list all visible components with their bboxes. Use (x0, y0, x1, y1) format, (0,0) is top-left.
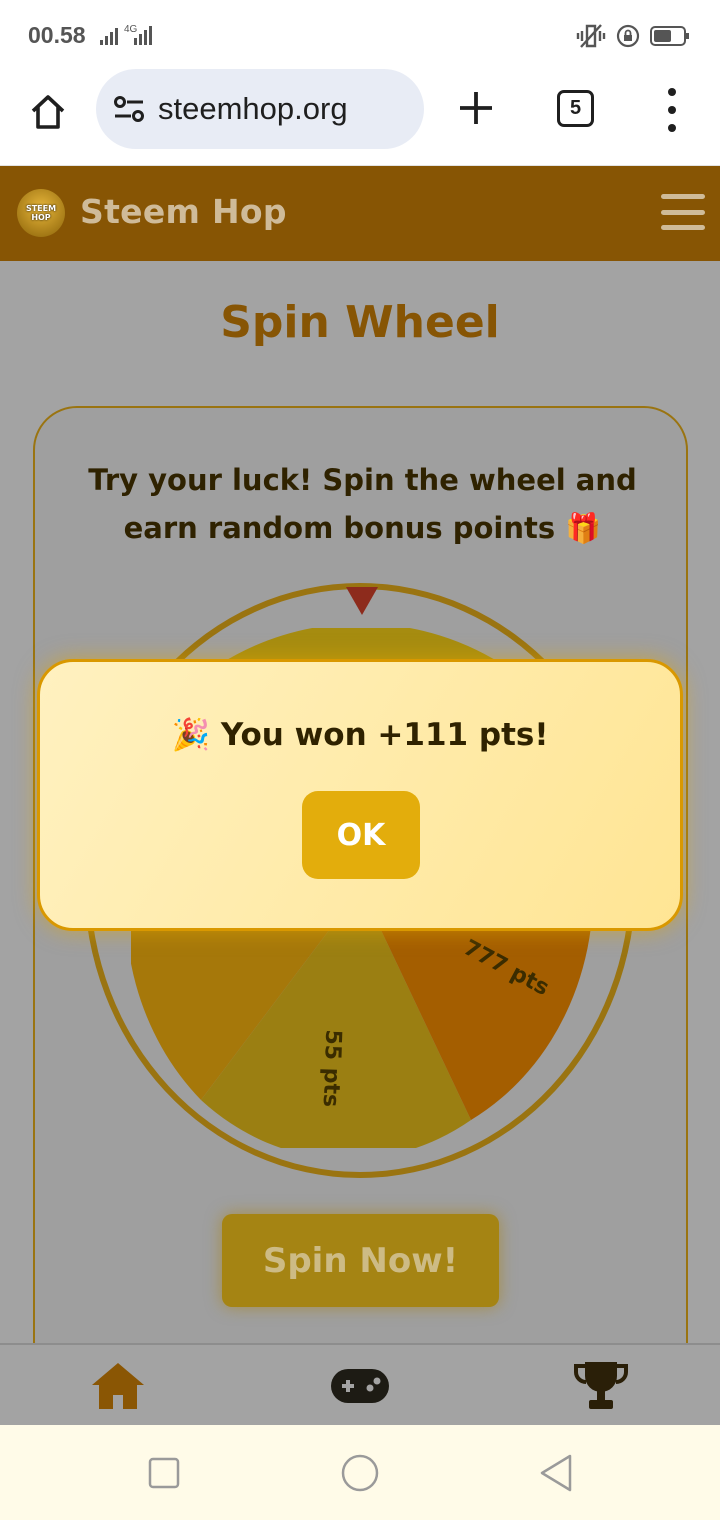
logo-text-bottom: HOP (31, 213, 51, 222)
browser-menu-icon[interactable] (660, 88, 684, 132)
address-bar[interactable]: steemhop.org (96, 69, 424, 149)
url-text[interactable]: steemhop.org (158, 91, 348, 127)
browser-home-button[interactable] (24, 88, 72, 136)
spin-now-button[interactable]: Spin Now! (222, 1214, 499, 1307)
status-bar: 00.58 4G (0, 0, 720, 72)
system-navigation (0, 1425, 720, 1520)
home-icon (92, 1363, 144, 1409)
browser-toolbar: steemhop.org 5 (0, 69, 720, 166)
nav-leaderboard[interactable] (571, 1359, 631, 1413)
recents-icon[interactable] (144, 1453, 184, 1493)
ok-button[interactable]: OK (302, 791, 420, 879)
tab-switcher-button[interactable]: 5 (557, 90, 594, 127)
bottom-nav (0, 1343, 720, 1425)
home-icon (31, 95, 65, 129)
win-modal: 🎉 You won +111 pts! OK (37, 659, 683, 931)
trophy-icon (574, 1362, 628, 1409)
logo-text-top: STEEM (25, 204, 57, 213)
vibrate-icon (576, 24, 606, 48)
signal-icon: 4G (100, 24, 152, 45)
nav-games[interactable] (330, 1359, 390, 1413)
hamburger-menu-icon[interactable] (661, 194, 705, 230)
site-header: STEEM HOP Steem Hop (0, 166, 720, 261)
wheel-label-55: 55 pts (318, 1029, 346, 1107)
status-icons (576, 22, 690, 50)
nav-home[interactable] (88, 1359, 148, 1413)
gamepad-icon (331, 1369, 389, 1403)
site-logo[interactable]: STEEM HOP (17, 189, 65, 237)
site-settings-icon[interactable] (112, 92, 146, 126)
spin-description: Try your luck! Spin the wheel and earn r… (88, 463, 637, 545)
new-tab-icon[interactable] (454, 86, 498, 130)
site-name[interactable]: Steem Hop (80, 192, 287, 231)
battery-icon (650, 26, 689, 46)
back-icon[interactable] (536, 1453, 576, 1493)
page-title: Spin Wheel (220, 297, 500, 348)
system-home-icon[interactable] (340, 1453, 380, 1493)
wheel-pointer-icon (346, 587, 378, 615)
lock-rotation-icon (616, 24, 640, 48)
network-label: 4G (124, 24, 138, 35)
win-message: 🎉 You won +111 pts! (171, 717, 549, 753)
status-time: 00.58 (28, 22, 86, 48)
